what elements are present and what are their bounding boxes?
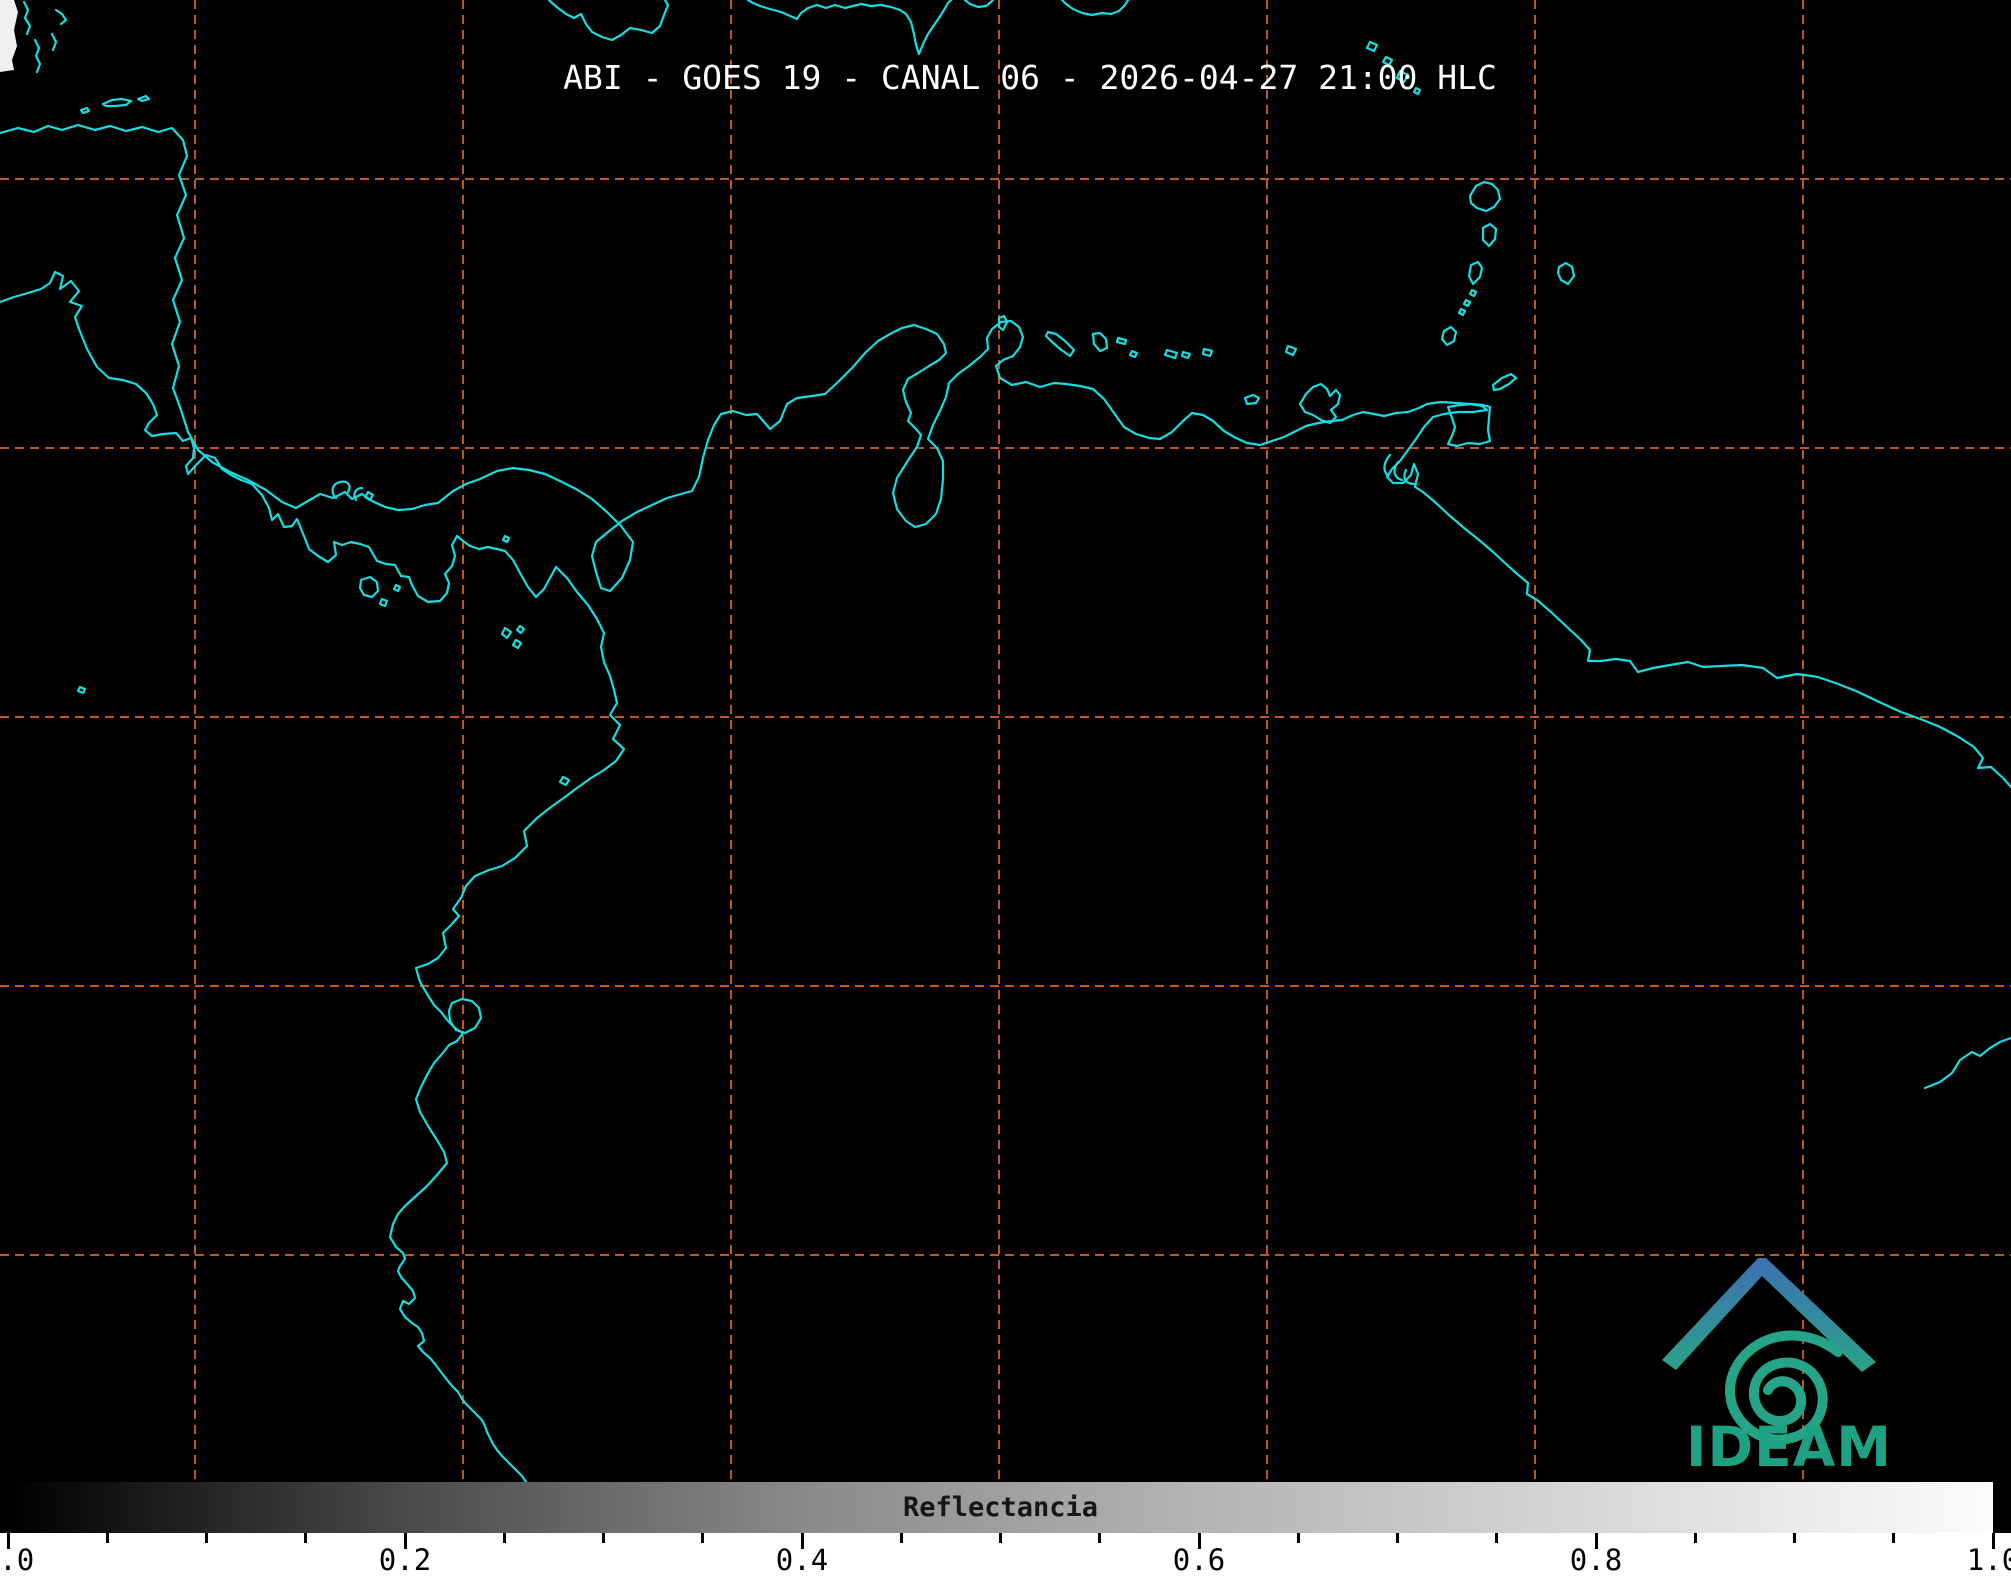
coastline-path [1481, 222, 1498, 248]
coastline-path [1462, 298, 1472, 308]
coastline-path [558, 775, 571, 787]
coastline-path [0, 123, 2011, 789]
coastline-path [392, 583, 402, 593]
coastline-path [1440, 325, 1458, 347]
logo-wordmark: IDEAM [1686, 1415, 1892, 1479]
coastline-path [1556, 261, 1576, 286]
colorbar-minor-tick [1693, 1533, 1697, 1543]
colorbar-minor-tick [502, 1533, 506, 1543]
coastline-path [515, 624, 526, 635]
coastline-path [1115, 336, 1128, 346]
coastline-path [1128, 349, 1139, 359]
coastline-path [1243, 393, 1261, 406]
coastline-path [500, 626, 513, 640]
logo-roof-icon [1662, 1258, 1876, 1372]
colorbar-minor-tick [1793, 1533, 1796, 1543]
coastline-path [1298, 382, 1342, 425]
coastline-path [33, 38, 42, 74]
coastline-path [1468, 180, 1502, 213]
colorbar-minor-tick [1495, 1533, 1499, 1543]
colorbar-tick-label: 0.6 [1172, 1543, 1226, 1577]
coastline-path [1467, 260, 1484, 286]
coastline-path [1457, 307, 1467, 317]
colorbar-minor-tick [1098, 1533, 1102, 1543]
ideam-logo: IDEAM [1662, 1258, 1892, 1479]
coastline-path [79, 106, 91, 115]
coastline-path [1923, 1036, 2011, 1090]
coastline-path [22, 0, 32, 36]
colorbar-label: Reflectancia [902, 1491, 1099, 1523]
coastline-path [101, 97, 133, 108]
colorbar-minor-tick [899, 1533, 903, 1543]
cloud-patch [0, 0, 18, 72]
colorbar: Reflectancia [8, 1482, 1993, 1533]
coastline-path [1091, 331, 1109, 353]
colorbar-tick-label: 0.2 [378, 1543, 432, 1577]
coastline-path [363, 490, 375, 502]
colorbar-minor-tick [1892, 1533, 1896, 1543]
colorbar-minor-tick [1396, 1533, 1399, 1543]
colorbar-tick-label: 1.0 [1966, 1543, 2011, 1577]
coastlines [0, 0, 2011, 1482]
colorbar-tick-label: 0.8 [1569, 1543, 1623, 1577]
coastline-path [547, 0, 670, 42]
coastline-path [501, 534, 511, 544]
colorbar-axis: 0.0 0.2 0.4 0.6 0.8 1.0 [0, 1533, 2011, 1577]
coastline-path [1491, 372, 1518, 392]
coastline-path [1468, 288, 1478, 298]
coastline-path [1060, 0, 1130, 17]
colorbar-tick-label: 0.0 [0, 1543, 35, 1577]
map-svg: IDEAM [0, 0, 2011, 1482]
colorbar-minor-tick [105, 1533, 109, 1543]
colorbar-minor-tick [999, 1533, 1002, 1543]
latlon-grid [0, 0, 2011, 1482]
coastline-path [1201, 347, 1214, 358]
coastline-path [963, 0, 995, 9]
colorbar-minor-tick [205, 1533, 208, 1543]
colorbar-minor-tick [701, 1533, 705, 1543]
coastline-path [0, 270, 626, 1482]
page-title: ABI - GOES 19 - CANAL 06 - 2026-04-27 21… [563, 58, 1497, 97]
colorbar-tick-label: 0.4 [775, 1543, 829, 1577]
coastline-path [1365, 40, 1379, 53]
map-area: IDEAM ABI - GOES 19 - CANAL 06 - 2026-04… [0, 0, 2011, 1482]
coastline-path [136, 94, 151, 103]
colorbar-minor-tick [304, 1533, 308, 1543]
satellite-image-product: IDEAM ABI - GOES 19 - CANAL 06 - 2026-04… [0, 0, 2011, 1577]
coastline-path [1163, 348, 1179, 360]
coastline-path [378, 597, 389, 608]
coastline-path [54, 8, 68, 26]
coastline-path [358, 575, 380, 599]
coastline-path [447, 997, 483, 1035]
colorbar-minor-tick [1296, 1533, 1300, 1543]
coastline-path [1284, 344, 1298, 357]
coastline-path [1180, 350, 1192, 360]
coastline-path [1044, 330, 1076, 358]
colorbar-minor-tick [602, 1533, 605, 1543]
coastline-path [50, 32, 58, 52]
coastline-path [511, 638, 523, 650]
coastline-path [746, 0, 953, 56]
coastline-path [76, 685, 87, 695]
coastline-path [1393, 460, 1404, 482]
